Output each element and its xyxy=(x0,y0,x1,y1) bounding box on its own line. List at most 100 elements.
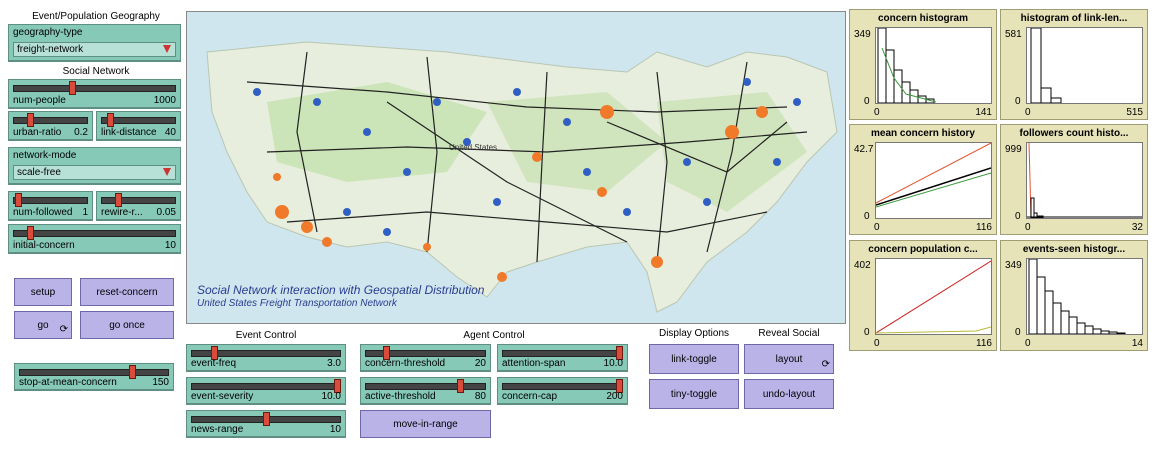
dropdown-arrow-icon xyxy=(163,45,171,53)
plot-ymax: 999 xyxy=(1005,144,1022,155)
go-label: go xyxy=(37,319,49,331)
plot-ymin: 0 xyxy=(864,211,870,222)
num-people-slider[interactable]: num-people 1000 xyxy=(8,79,181,109)
go-once-button[interactable]: go once xyxy=(80,311,174,339)
plot-xmax: 32 xyxy=(1131,222,1143,233)
concern-histogram-bars xyxy=(877,27,937,104)
news-range-slider[interactable]: news-range 10 xyxy=(186,410,346,438)
reveal-social-title: Reveal Social xyxy=(758,328,820,339)
stop-at-mean-concern-value: 150 xyxy=(152,377,169,388)
rewire-value: 0.05 xyxy=(156,207,176,218)
link-length-bars xyxy=(1030,27,1062,104)
event-freq-label: event-freq xyxy=(191,358,237,369)
layout-button[interactable]: layout ⟳ xyxy=(744,344,834,374)
plot-xmax: 515 xyxy=(1126,107,1143,118)
layout-label: layout xyxy=(775,353,803,365)
concern-cap-label: concern-cap xyxy=(502,391,558,402)
event-freq-value: 3.0 xyxy=(327,358,341,369)
plot-ymax: 402 xyxy=(854,260,871,271)
plot-title: concern histogram xyxy=(877,13,969,24)
agent-control-title: Agent Control xyxy=(463,330,525,341)
events-seen-bars xyxy=(1028,258,1126,335)
num-followed-slider[interactable]: num-followed 1 xyxy=(8,191,93,221)
display-options-title: Display Options xyxy=(658,328,730,339)
go-button[interactable]: go ⟳ xyxy=(14,311,72,339)
link-distance-label: link-distance xyxy=(101,127,157,138)
plot-xmin: 0 xyxy=(1025,222,1031,233)
plot-xmax: 116 xyxy=(976,222,992,233)
social-section-title: Social Network xyxy=(62,66,130,77)
plot-xmin: 0 xyxy=(1025,338,1031,349)
network-mode-label: network-mode xyxy=(13,150,77,161)
concern-histogram-plot: concern histogram 349 0 0 141 xyxy=(849,9,997,120)
plot-xmin: 0 xyxy=(874,222,880,233)
mean-concern-lines xyxy=(875,142,992,208)
active-threshold-value: 80 xyxy=(474,391,486,402)
plot-title: events-seen histogr... xyxy=(1022,244,1126,255)
event-severity-value: 10.0 xyxy=(321,391,341,402)
rewire-slider[interactable]: rewire-r... 0.05 xyxy=(96,191,181,221)
setup-button[interactable]: setup xyxy=(14,278,72,306)
concern-threshold-slider[interactable]: concern-threshold 20 xyxy=(360,344,491,372)
plot-ymin: 0 xyxy=(864,96,870,107)
plot-ymax: 581 xyxy=(1005,29,1022,40)
map-caption-title: Social Network interaction with Geospati… xyxy=(197,283,485,297)
mean-concern-history-plot: mean concern history 42.7 0 0 116 xyxy=(849,124,997,235)
plot-title: mean concern history xyxy=(871,128,975,139)
network-mode-value: scale-free xyxy=(17,167,61,178)
concern-cap-value: 200 xyxy=(606,391,623,402)
active-threshold-slider[interactable]: active-threshold 80 xyxy=(360,377,491,405)
us-map-graphic: United States xyxy=(187,12,845,323)
plot-title: concern population c... xyxy=(868,244,978,255)
link-length-histogram-plot: histogram of link-len... 581 0 0 515 xyxy=(1000,9,1148,120)
plot-xmax: 116 xyxy=(976,338,992,349)
plot-ymin: 0 xyxy=(1015,211,1021,222)
map-caption-subtitle: United States Freight Transportation Net… xyxy=(197,298,397,309)
plot-title: followers count histo... xyxy=(1019,128,1129,139)
forever-icon: ⟳ xyxy=(821,359,830,370)
plot-ymin: 0 xyxy=(864,327,870,338)
events-seen-histogram-plot: events-seen histogr... 349 0 0 14 xyxy=(1000,240,1148,351)
plot-ymax: 42.7 xyxy=(854,144,874,155)
tiny-toggle-button[interactable]: tiny-toggle xyxy=(649,379,739,409)
initial-concern-value: 10 xyxy=(164,240,176,251)
plot-xmax: 14 xyxy=(1131,338,1143,349)
attention-span-slider[interactable]: attention-span 10.0 xyxy=(497,344,628,372)
news-range-label: news-range xyxy=(191,424,244,435)
initial-concern-slider[interactable]: initial-concern 10 xyxy=(8,224,181,254)
attention-span-value: 10.0 xyxy=(603,358,623,369)
concern-population-plot: concern population c... 402 0 0 116 xyxy=(849,240,997,351)
followers-count-bars xyxy=(1027,142,1142,219)
network-mode-chooser[interactable]: network-mode scale-free xyxy=(8,147,181,185)
world-view-map[interactable]: United States Social Network interaction… xyxy=(186,11,846,324)
urban-ratio-value: 0.2 xyxy=(74,127,88,138)
urban-ratio-slider[interactable]: urban-ratio 0.2 xyxy=(8,111,93,141)
stop-at-mean-concern-label: stop-at-mean-concern xyxy=(19,377,117,388)
followers-count-histogram-plot: followers count histo... 999 0 0 32 xyxy=(1000,124,1148,235)
move-in-range-button[interactable]: move-in-range xyxy=(360,410,491,438)
initial-concern-label: initial-concern xyxy=(13,240,75,251)
link-distance-slider[interactable]: link-distance 40 xyxy=(96,111,181,141)
link-distance-value: 40 xyxy=(164,127,176,138)
event-severity-label: event-severity xyxy=(191,391,254,402)
concern-cap-slider[interactable]: concern-cap 200 xyxy=(497,377,628,405)
event-freq-slider[interactable]: event-freq 3.0 xyxy=(186,344,346,372)
stop-at-mean-concern-slider[interactable]: stop-at-mean-concern 150 xyxy=(14,363,174,391)
attention-span-label: attention-span xyxy=(502,358,566,369)
event-severity-slider[interactable]: event-severity 10.0 xyxy=(186,377,346,405)
link-toggle-button[interactable]: link-toggle xyxy=(649,344,739,374)
geography-type-value: freight-network xyxy=(17,44,84,55)
undo-layout-button[interactable]: undo-layout xyxy=(744,379,834,409)
plot-ymax: 349 xyxy=(854,29,871,40)
concern-threshold-label: concern-threshold xyxy=(365,358,446,369)
plot-ymax: 349 xyxy=(1005,260,1022,271)
reset-concern-button[interactable]: reset-concern xyxy=(80,278,174,306)
news-range-value: 10 xyxy=(329,424,341,435)
plot-xmin: 0 xyxy=(874,107,880,118)
geography-type-chooser[interactable]: geography-type freight-network xyxy=(8,24,181,62)
plot-xmin: 0 xyxy=(1025,107,1031,118)
active-threshold-label: active-threshold xyxy=(365,391,436,402)
num-followed-label: num-followed xyxy=(13,207,73,218)
geography-section-title: Event/Population Geography xyxy=(32,11,160,22)
urban-ratio-label: urban-ratio xyxy=(13,127,62,138)
